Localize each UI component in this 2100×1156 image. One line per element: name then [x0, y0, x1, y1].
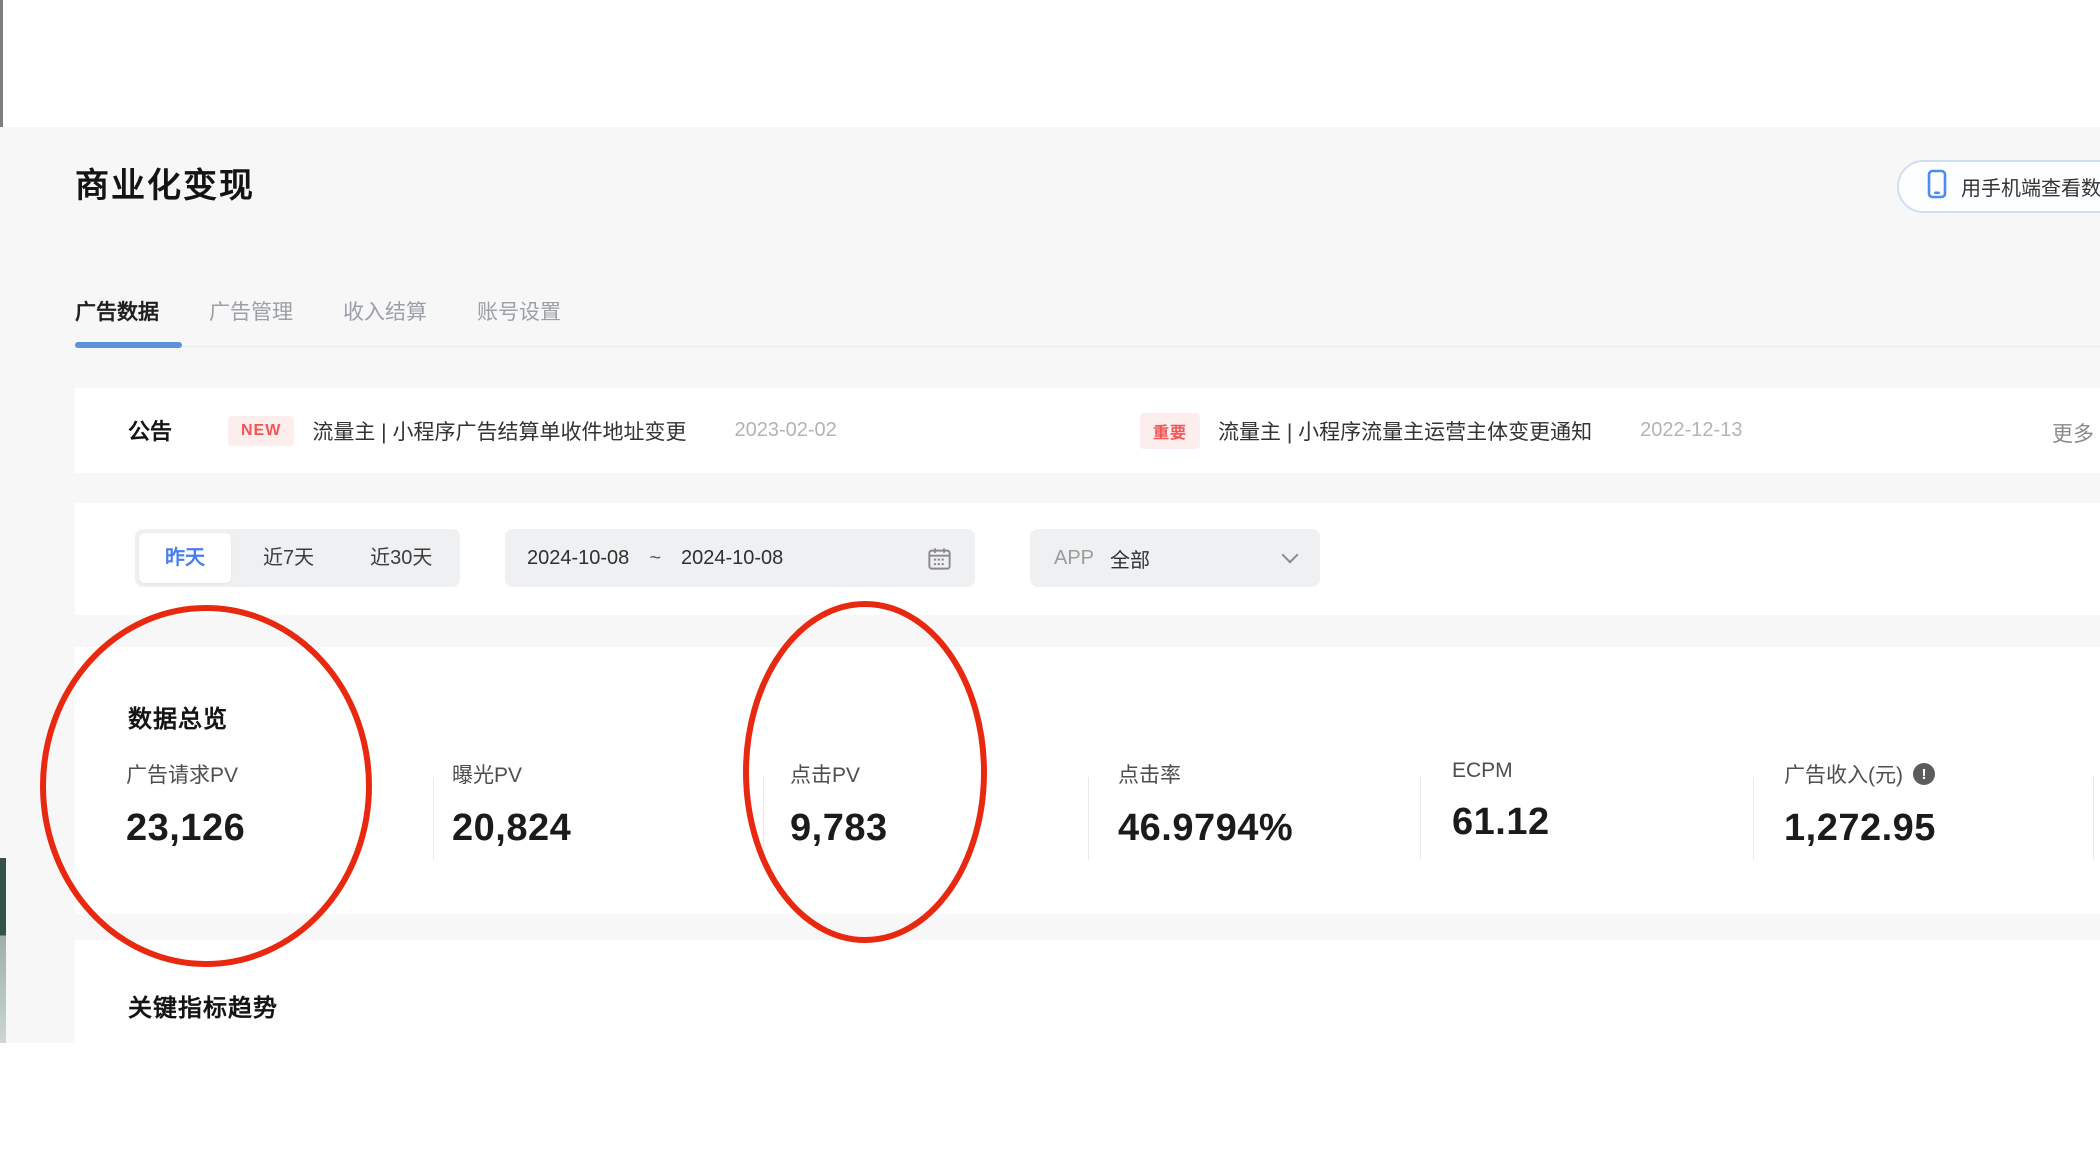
- quick-range-group: 昨天 近7天 近30天: [135, 529, 461, 587]
- metric-label: 广告请求PV: [126, 764, 239, 787]
- data-overview-card: 数据总览 广告请求PV 23,126 曝光PV 20,824 点击PV 9,78…: [75, 647, 2100, 914]
- metric-label: 点击率: [1118, 764, 1181, 787]
- announcement-item[interactable]: NEW 流量主 | 小程序广告结算单收件地址变更 2023-02-02: [228, 388, 837, 473]
- tab-ad-data[interactable]: 广告数据: [75, 296, 159, 326]
- info-icon[interactable]: !: [1913, 763, 1935, 785]
- phone-icon: [1925, 169, 1949, 205]
- tab-revenue-settlement[interactable]: 收入结算: [343, 296, 427, 326]
- date-range-picker[interactable]: 2024-10-08 ~ 2024-10-08: [505, 529, 975, 587]
- trends-title: 关键指标趋势: [128, 995, 278, 1022]
- active-tab-underline: [75, 342, 182, 348]
- metric-divider: [1420, 777, 1421, 860]
- metric-value: 46.9794%: [1118, 807, 1294, 849]
- filter-card: 昨天 近7天 近30天 2024-10-08 ~ 2024-10-08 APP …: [75, 503, 2100, 615]
- announcement-date: 2022-12-13: [1640, 419, 1743, 441]
- metric-value: 20,824: [452, 807, 572, 849]
- tab-bar: 广告数据 广告管理 收入结算 账号设置: [75, 296, 561, 326]
- mobile-view-button-label: 用手机端查看数据: [1961, 178, 2100, 200]
- tabs-baseline: [75, 346, 2100, 347]
- metric-click-pv: 点击PV 9,783: [790, 759, 888, 850]
- metric-ad-request-pv: 广告请求PV 23,126: [126, 759, 245, 850]
- app-filter-value: 全部: [1110, 549, 1151, 572]
- announcement-text: 流量主 | 小程序广告结算单收件地址变更: [312, 420, 687, 444]
- announcement-title: 公告: [128, 419, 173, 444]
- metric-label-text: 广告收入(元): [1784, 764, 1903, 787]
- announcement-item[interactable]: 重要 流量主 | 小程序流量主运营主体变更通知 2022-12-13: [1140, 388, 1742, 473]
- metric-value: 23,126: [126, 807, 246, 849]
- metric-label: 曝光PV: [452, 764, 523, 787]
- metric-ad-revenue: 广告收入(元) ! 1,272.95: [1784, 759, 1936, 850]
- date-start: 2024-10-08: [527, 546, 630, 569]
- date-end: 2024-10-08: [681, 546, 784, 569]
- app-filter-dropdown[interactable]: APP 全部: [1030, 529, 1320, 587]
- important-badge: 重要: [1140, 412, 1201, 449]
- calendar-icon: [926, 545, 953, 572]
- announcement-card: 公告 NEW 流量主 | 小程序广告结算单收件地址变更 2023-02-02 重…: [75, 388, 2100, 473]
- page-title: 商业化变现: [75, 167, 255, 205]
- new-badge: NEW: [228, 415, 295, 446]
- mobile-view-button[interactable]: 用手机端查看数据: [1897, 160, 2100, 213]
- tab-account-settings[interactable]: 账号设置: [477, 296, 561, 326]
- metric-value: 9,783: [790, 807, 888, 849]
- trends-card: 关键指标趋势: [75, 940, 2100, 1043]
- announcement-date: 2023-02-02: [734, 419, 837, 441]
- metric-divider: [763, 777, 764, 860]
- app-filter-label: APP: [1054, 546, 1095, 569]
- metric-value: 61.12: [1452, 801, 1550, 843]
- date-separator: ~: [649, 546, 661, 569]
- screen-edge-line: [0, 0, 3, 127]
- metric-ecpm: ECPM 61.12: [1452, 759, 1550, 844]
- quick-range-7days[interactable]: 近7天: [235, 529, 342, 587]
- metric-label: 广告收入(元) !: [1784, 759, 1936, 789]
- screen-edge-strip: [0, 858, 6, 1043]
- metric-exposure-pv: 曝光PV 20,824: [452, 759, 571, 850]
- metric-divider: [1753, 777, 1754, 860]
- metric-label: ECPM: [1452, 759, 1513, 782]
- metric-divider: [1088, 777, 1089, 860]
- metric-divider: [2093, 777, 2094, 860]
- chevron-down-icon: [1281, 546, 1299, 564]
- quick-range-yesterday[interactable]: 昨天: [139, 533, 231, 583]
- overview-title: 数据总览: [128, 706, 228, 733]
- metric-label: 点击PV: [790, 764, 861, 787]
- tab-ad-management[interactable]: 广告管理: [209, 296, 293, 326]
- metric-value: 1,272.95: [1784, 807, 1936, 849]
- announcement-text: 流量主 | 小程序流量主运营主体变更通知: [1218, 420, 1593, 444]
- metric-divider: [433, 777, 434, 860]
- more-link[interactable]: 更多: [2052, 418, 2094, 448]
- quick-range-30days[interactable]: 近30天: [342, 529, 460, 587]
- metric-click-rate: 点击率 46.9794%: [1118, 759, 1293, 850]
